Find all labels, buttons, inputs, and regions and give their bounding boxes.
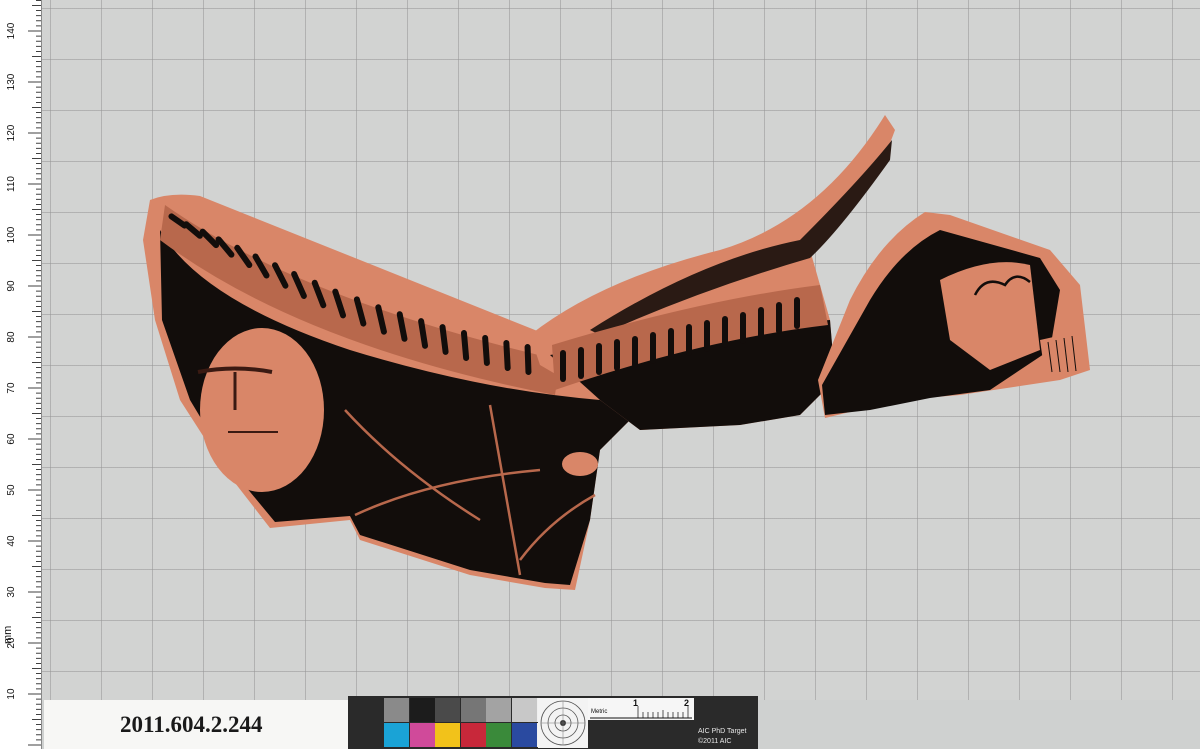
- ruler-label: 40: [6, 535, 17, 547]
- ruler-label: 50: [6, 484, 17, 496]
- target-copyright: ©2011 AIC: [698, 738, 732, 745]
- ruler-label: 140: [6, 22, 17, 39]
- ruler-label: 110: [6, 176, 17, 192]
- mm-ruler: 10 20 30 40 50 60 70 80 90 100 110 120 130 140 mm: [0, 0, 42, 749]
- metric-scale: Metric 1 2: [588, 698, 694, 720]
- grid-background: [42, 0, 1200, 700]
- target-rings-icon: [540, 700, 586, 746]
- metric-scale-1: 1: [633, 698, 639, 708]
- accession-number: 2011.604.2.244: [120, 712, 263, 737]
- swatch-top: [511, 698, 537, 722]
- ruler-label: 70: [6, 382, 17, 394]
- ruler-label: 10: [6, 688, 17, 700]
- swatch-bottom: [486, 723, 511, 747]
- metric-scale-2: 2: [684, 698, 690, 708]
- ruler-label: 90: [6, 280, 17, 292]
- swatch-bottom: [384, 723, 409, 747]
- ruler-label: 120: [6, 124, 17, 141]
- ruler-unit-label: mm: [2, 625, 14, 644]
- swatch-top: [409, 698, 435, 722]
- swatch-bottom: [435, 723, 460, 747]
- swatch-top: [435, 698, 460, 722]
- ruler-label: 100: [6, 226, 17, 243]
- target-title: AIC PhD Target: [698, 728, 747, 735]
- swatch-bottom: [460, 723, 486, 747]
- metric-label: Metric: [591, 709, 608, 715]
- swatch-bottom: [409, 723, 435, 747]
- swatch-top: [460, 698, 486, 722]
- ruler-label: 60: [6, 433, 17, 445]
- swatch-bottom: [511, 723, 537, 747]
- swatch-top: [384, 698, 409, 722]
- ruler-label: 130: [6, 73, 17, 90]
- target-circle: [538, 698, 588, 748]
- ruler-label: 30: [6, 586, 17, 598]
- ruler-label: 80: [6, 331, 17, 343]
- swatch-top: [486, 698, 511, 722]
